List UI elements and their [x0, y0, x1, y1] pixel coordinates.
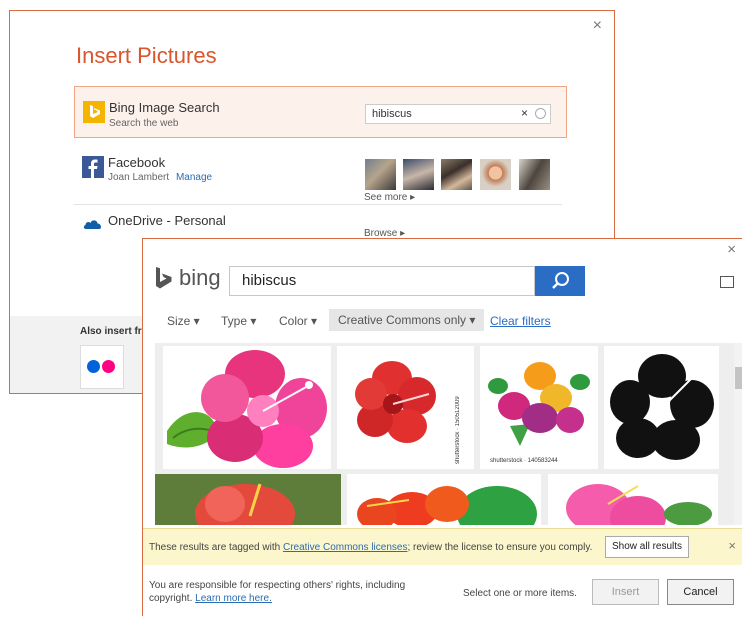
color-filter[interactable]: Color ▾	[279, 314, 317, 328]
facebook-icon	[82, 156, 104, 178]
image-results-grid: shutterstock · 150512009 shutterstock · …	[155, 343, 735, 525]
bing-title: Bing Image Search	[109, 100, 220, 115]
search-icon[interactable]	[535, 108, 546, 119]
selection-hint: Select one or more items.	[463, 588, 577, 599]
bing-search-input[interactable]: hibiscus ×	[365, 104, 551, 124]
facebook-photo-thumbnail[interactable]	[441, 159, 472, 190]
facebook-photo-thumbnail[interactable]	[480, 159, 511, 190]
search-icon	[552, 272, 569, 289]
bing-logo: bing	[155, 265, 225, 293]
flickr-pink-dot	[102, 360, 115, 373]
facebook-photo-thumbnail[interactable]	[519, 159, 550, 190]
facebook-photo-thumbnail[interactable]	[365, 159, 396, 190]
clear-search-icon[interactable]: ×	[521, 106, 528, 120]
image-result[interactable]	[155, 474, 341, 525]
onedrive-title: OneDrive - Personal	[108, 213, 226, 228]
license-filter[interactable]: Creative Commons only ▾	[329, 309, 485, 331]
feedback-icon[interactable]	[720, 276, 734, 288]
insert-button[interactable]: Insert	[592, 579, 659, 605]
hibiscus-image	[167, 350, 327, 468]
dialog-footer: You are responsible for respecting other…	[143, 565, 742, 617]
resp-line-2: copyright.	[149, 593, 196, 604]
image-result[interactable]	[548, 474, 718, 525]
manage-link[interactable]: Manage	[176, 172, 212, 183]
results-scrollbar[interactable]	[734, 343, 742, 525]
image-result[interactable]: shutterstock · 150512009	[337, 346, 474, 469]
facebook-title: Facebook	[108, 155, 166, 170]
image-result[interactable]: shutterstock · 140583244	[480, 346, 598, 469]
size-filter[interactable]: Size ▾	[167, 314, 200, 328]
hibiscus-image	[357, 486, 537, 525]
license-notice-bar: These results are tagged with Creative C…	[143, 528, 742, 566]
hibiscus-image	[488, 362, 590, 446]
bing-wordmark: bing	[179, 265, 221, 290]
notice-text-before: These results are tagged with	[149, 542, 283, 553]
close-icon[interactable]: ×	[727, 241, 736, 258]
image-result[interactable]	[604, 346, 719, 469]
license-notice-text: These results are tagged with Creative C…	[149, 542, 592, 553]
dialog-title: Insert Pictures	[76, 43, 217, 68]
bing-search-value: hibiscus	[372, 108, 412, 120]
bing-b-icon	[156, 267, 172, 289]
see-more-link[interactable]: See more ▸	[364, 192, 415, 203]
scrollbar-thumb[interactable]	[735, 367, 742, 389]
close-icon[interactable]: ×	[593, 17, 602, 35]
flickr-icon[interactable]	[80, 345, 124, 389]
flickr-blue-dot	[87, 360, 100, 373]
search-input[interactable]: hibiscus	[229, 266, 535, 296]
search-button[interactable]	[535, 266, 585, 296]
hibiscus-image	[610, 354, 714, 460]
bing-logo-icon	[83, 101, 105, 123]
onedrive-cloud-icon	[83, 220, 101, 229]
hibiscus-image	[155, 474, 341, 525]
watermark-text: shutterstock · 140583244	[490, 458, 558, 464]
clear-filters-link[interactable]: Clear filters	[490, 314, 551, 328]
image-result[interactable]	[347, 474, 541, 525]
learn-more-link[interactable]: Learn more here.	[195, 593, 272, 604]
type-filter[interactable]: Type ▾	[221, 314, 256, 328]
image-result[interactable]	[163, 346, 331, 469]
facebook-user: Joan Lambert	[108, 172, 170, 183]
facebook-photo-thumbnail[interactable]	[403, 159, 434, 190]
bing-subtitle: Search the web	[109, 118, 179, 129]
watermark-text: shutterstock · 150512009	[455, 396, 461, 464]
divider	[74, 204, 562, 205]
hibiscus-image	[566, 484, 712, 525]
resp-line-1: You are responsible for respecting other…	[149, 580, 406, 591]
cancel-button[interactable]: Cancel	[667, 579, 734, 605]
show-all-results-button[interactable]: Show all results	[605, 536, 690, 558]
facebook-account: Joan Lambert Manage	[108, 172, 212, 183]
bing-image-search-row[interactable]: Bing Image Search Search the web hibiscu…	[74, 86, 567, 138]
creative-commons-link[interactable]: Creative Commons licenses	[283, 542, 408, 553]
responsibility-text: You are responsible for respecting other…	[149, 579, 405, 605]
bing-search-dialog: × bing hibiscus Size ▾ Type ▾ Color ▾ Cr…	[142, 238, 742, 617]
close-notice-icon[interactable]: ×	[728, 538, 736, 553]
hibiscus-image	[355, 361, 436, 443]
notice-text-after: ; review the license to ensure you compl…	[407, 542, 593, 553]
